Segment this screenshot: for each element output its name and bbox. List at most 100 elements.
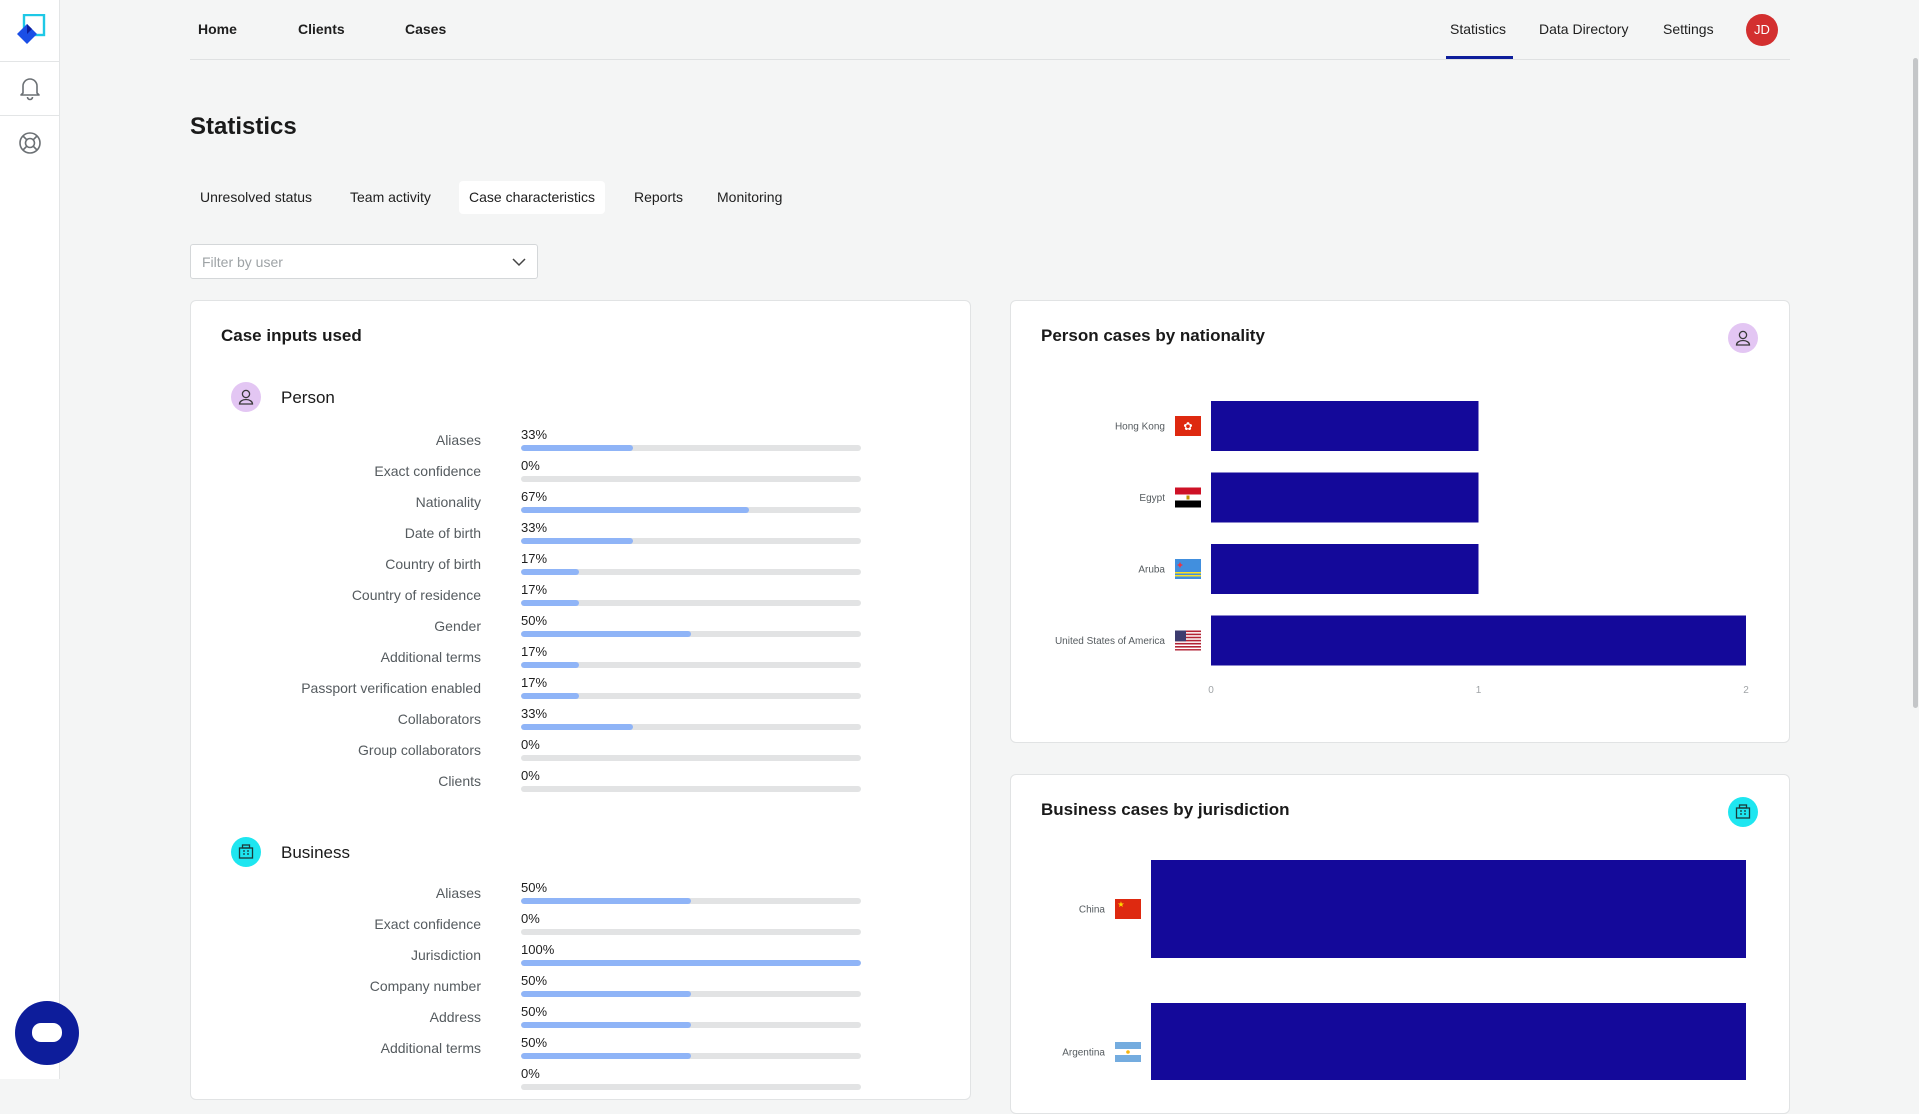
input-row-progress-track <box>521 631 861 637</box>
input-row-percent: 17% <box>521 675 548 690</box>
input-row-progress-fill <box>521 600 579 606</box>
input-row-label: Passport verification enabled <box>301 680 481 696</box>
app-logo-icon[interactable] <box>13 14 47 48</box>
input-row-percent: 33% <box>521 520 548 535</box>
nav-data-directory-link[interactable]: Data Directory <box>1539 21 1628 37</box>
input-row-percent: 50% <box>521 973 548 988</box>
left-rail <box>0 0 60 1079</box>
nav-statistics-link[interactable]: Statistics <box>1450 21 1506 37</box>
input-row-progress-fill <box>521 1022 691 1028</box>
business-jurisdiction-card: Business cases by jurisdiction China ★ Arg… <box>1010 774 1790 1114</box>
input-row-progress-fill <box>521 445 634 451</box>
input-row-progress-fill <box>521 538 634 544</box>
chat-launcher-button[interactable] <box>15 1001 79 1065</box>
person-icon <box>238 389 254 405</box>
filter-by-user-input[interactable] <box>200 253 494 271</box>
business-section-label: Business <box>281 843 350 862</box>
input-row-progress-track <box>521 898 861 904</box>
input-row-progress-fill <box>521 693 579 699</box>
input-row-label: Address <box>429 1009 481 1025</box>
input-row-progress-fill <box>521 724 634 730</box>
top-navigation: Home Clients Cases Statistics Data Direc… <box>190 0 1790 60</box>
input-row-progress-track <box>521 507 861 513</box>
input-row-label: Nationality <box>415 494 481 510</box>
input-row-label: Jurisdiction <box>410 947 481 963</box>
input-row-progress-track <box>521 1084 861 1090</box>
scrollbar-thumb[interactable] <box>1913 58 1918 708</box>
input-row-progress-track <box>521 662 861 668</box>
tab-monitoring[interactable]: Monitoring <box>707 181 792 214</box>
filter-by-user-select[interactable] <box>190 244 538 279</box>
category-label: Argentina <box>1062 1048 1105 1059</box>
country-flag-icon <box>1115 1042 1141 1062</box>
input-row-label: Exact confidence <box>374 916 481 932</box>
page-title: Statistics <box>190 113 297 140</box>
input-row-progress-fill <box>521 960 861 966</box>
input-row-progress-track <box>521 538 861 544</box>
input-row-progress-track <box>521 476 861 482</box>
input-row-label: Aliases <box>435 432 481 448</box>
category-label: Hong Kong <box>1115 422 1165 433</box>
country-flag-icon: ✿ <box>1175 416 1201 436</box>
chat-bubble-icon <box>32 1023 62 1042</box>
input-row-progress-fill <box>521 631 691 637</box>
case-inputs-title: Case inputs used <box>221 326 362 345</box>
input-row-progress-fill <box>521 507 749 513</box>
building-icon <box>1735 804 1751 819</box>
svg-text:✿: ✿ <box>1183 421 1192 433</box>
tab-reports[interactable]: Reports <box>624 181 693 214</box>
person-nationality-chart: Hong Kong ✿ Egypt Aruba United States of Ame… <box>1055 401 1749 696</box>
country-flag-icon <box>1175 630 1201 651</box>
input-row-progress-fill <box>521 898 691 904</box>
business-section-badge <box>231 837 261 867</box>
input-row-progress-track <box>521 960 861 966</box>
tab-team-activity[interactable]: Team activity <box>340 181 441 214</box>
chart-bar <box>1151 1003 1746 1080</box>
nav-cases-link[interactable]: Cases <box>405 21 446 37</box>
input-row-percent: 17% <box>521 551 548 566</box>
input-row-percent: 50% <box>521 613 548 628</box>
building-icon <box>238 844 254 859</box>
nav-settings-link[interactable]: Settings <box>1663 21 1714 37</box>
person-section-label: Person <box>281 388 335 407</box>
input-row-label: Company number <box>369 978 481 994</box>
bell-icon[interactable] <box>17 75 43 101</box>
input-row-percent: 0% <box>521 458 540 473</box>
input-row-percent: 50% <box>521 880 548 895</box>
help-lifebuoy-icon[interactable] <box>17 130 43 156</box>
input-row-progress-track <box>521 929 861 935</box>
nav-home-link[interactable]: Home <box>198 21 237 37</box>
chart-bar <box>1151 860 1746 958</box>
input-row-percent: 0% <box>521 911 540 926</box>
rail-divider <box>0 115 59 116</box>
input-row-label: Exact confidence <box>374 463 481 479</box>
country-flag-icon: ★ <box>1115 899 1141 919</box>
input-row-progress-fill <box>521 662 579 668</box>
person-section-badge <box>231 382 261 412</box>
person-nationality-title: Person cases by nationality <box>1041 326 1265 345</box>
input-row-progress-track <box>521 693 861 699</box>
input-row-progress-fill <box>521 569 579 575</box>
input-row-progress-track <box>521 445 861 451</box>
x-tick-label: 2 <box>1743 685 1749 696</box>
user-avatar[interactable]: JD <box>1746 14 1778 46</box>
input-row-progress-fill <box>521 991 691 997</box>
input-row-percent: 17% <box>521 644 548 659</box>
input-row-label: Collaborators <box>397 711 481 727</box>
svg-text:★: ★ <box>1117 900 1124 909</box>
input-row-progress-track <box>521 569 861 575</box>
tab-case-characteristics[interactable]: Case characteristics <box>459 181 606 214</box>
nav-clients-link[interactable]: Clients <box>298 21 345 37</box>
tab-unresolved-status[interactable]: Unresolved status <box>190 181 322 214</box>
input-row-label: Date of birth <box>404 525 481 541</box>
input-row-progress-track <box>521 600 861 606</box>
input-row-progress-track <box>521 786 861 792</box>
x-tick-label: 1 <box>1476 685 1482 696</box>
business-jurisdiction-chart: China ★ Argentina <box>1062 860 1746 1080</box>
input-row-percent: 50% <box>521 1004 548 1019</box>
input-row-progress-track <box>521 724 861 730</box>
page-scrollbar[interactable] <box>1911 58 1919 708</box>
country-flag-icon <box>1175 559 1201 579</box>
chart-bar <box>1211 544 1479 594</box>
chart-bar <box>1211 401 1479 451</box>
